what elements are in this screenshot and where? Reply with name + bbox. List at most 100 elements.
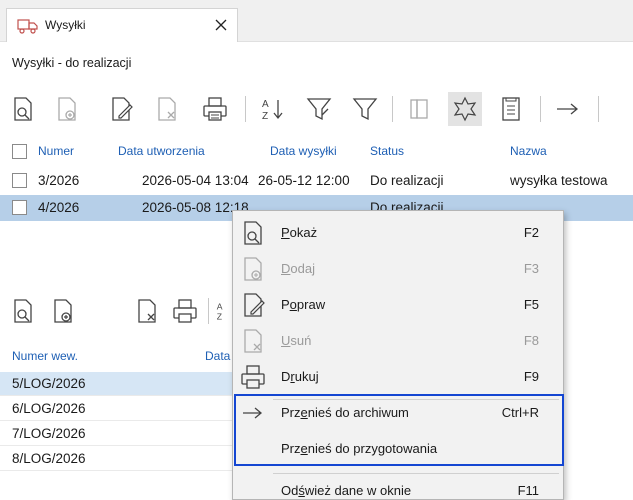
add-button[interactable] [50,92,84,126]
menu-item-label: Odśwież dane w oknie [281,483,412,498]
print-icon [241,365,265,389]
lower-toolbar: AZ [0,292,240,332]
star-icon [453,96,477,122]
filter-clear-icon [306,98,332,121]
menu-item-label: Pokaż [281,225,318,240]
cell-status: Do realizacji [370,173,444,188]
menu-item-usun[interactable]: Usuń F8 [233,323,563,359]
delete-icon [244,329,262,353]
lower-grid-header: Numer wew. Data [12,349,230,363]
lower-print-button[interactable] [168,294,202,328]
show-icon [14,299,32,323]
add-icon [54,299,72,323]
menu-item-label: Usuń [281,333,312,348]
menu-item-drukuj[interactable]: Drukuj F9 [233,359,563,395]
tab-title: Wysyłki [45,18,86,32]
list-item-label: 8/LOG/2026 [12,451,86,466]
add-icon [58,97,76,121]
list-item[interactable]: 7/LOG/2026 [0,422,240,446]
menu-item-pokaz[interactable]: Pokaż F2 [233,215,563,251]
row-checkbox[interactable] [12,200,27,215]
view-subtitle: Wysyłki - do realizacji [12,56,132,70]
sort-icon: AZ [262,99,283,122]
row-checkbox[interactable] [12,173,27,188]
columns-button[interactable] [402,92,436,126]
menu-item-dodaj[interactable]: Dodaj F3 [233,251,563,287]
delete-button[interactable] [150,92,184,126]
edit-button[interactable] [104,92,138,126]
arrow-icon [557,103,579,115]
header-data-utworzenia[interactable]: Data utworzenia [118,144,205,158]
menu-item-label: Drukuj [281,369,319,384]
lower-add-button[interactable] [46,294,80,328]
cell-numer: 3/2026 [38,173,80,188]
menu-item-odswiez[interactable]: Odśwież dane w oknie F11 [233,473,563,500]
show-icon [244,221,262,245]
menu-shortcut: F5 [523,297,539,312]
show-icon [14,97,32,121]
menu-item-label: Dodaj [281,261,315,276]
table-row[interactable]: 3/2026 2026-05-04 13:04 26-05-12 12:00 D… [0,168,633,194]
edit-icon [244,293,265,317]
form-button[interactable] [494,92,528,126]
menu-shortcut: F11 [517,483,539,498]
list-item-label: 6/LOG/2026 [12,401,86,416]
print-button[interactable] [198,92,232,126]
menu-shortcut: F3 [523,261,539,276]
delete-icon [158,97,176,121]
header-nazwa[interactable]: Nazwa [510,144,547,158]
header-numer-wew[interactable]: Numer wew. [12,349,78,363]
svg-text:Z: Z [217,312,222,322]
print-icon [173,299,197,323]
menu-item-label: Popraw [281,297,326,312]
sort-button[interactable]: AZ [256,92,290,126]
filter-clear-button[interactable] [302,92,336,126]
form-icon [502,97,520,121]
select-all-checkbox[interactable] [12,144,27,159]
favorite-button[interactable] [448,92,482,126]
columns-icon [410,99,428,119]
show-button[interactable] [6,92,40,126]
toolbar-separator [598,96,599,122]
tab-wysylki[interactable]: Wysyłki [6,8,238,42]
cell-numer: 4/2026 [38,200,80,215]
add-icon [244,257,262,281]
lower-sort-button[interactable]: AZ [212,294,234,328]
cell-data-utworzenia: 2026-05-04 13:04 [142,173,249,188]
toolbar-separator [245,96,246,122]
main-toolbar: AZ [0,90,633,130]
menu-shortcut: F8 [523,333,539,348]
close-icon[interactable] [211,15,231,35]
delete-icon [138,299,156,323]
svg-text:Z: Z [262,111,268,122]
filter-button[interactable] [348,92,382,126]
list-item[interactable]: 5/LOG/2026 [0,372,240,396]
menu-shortcut: F9 [523,369,539,384]
highlight-box [234,394,564,466]
delivery-truck-icon [17,19,38,34]
svg-text:A: A [262,99,269,110]
list-item[interactable]: 6/LOG/2026 [0,397,240,421]
header-data[interactable]: Data [205,349,230,363]
lower-show-button[interactable] [6,294,40,328]
toolbar-separator [540,96,541,122]
svg-text:A: A [217,301,223,311]
cell-data-wysylki: 26-05-12 12:00 [258,173,350,188]
toolbar-separator [208,298,209,324]
grid-header: Numer Data utworzenia Data wysyłki Statu… [0,140,633,164]
move-button[interactable] [550,92,584,126]
print-icon [203,97,227,121]
header-status[interactable]: Status [370,144,404,158]
toolbar-separator [392,96,393,122]
header-numer[interactable]: Numer [38,144,74,158]
header-data-wysylki[interactable]: Data wysyłki [270,144,337,158]
list-item-label: 5/LOG/2026 [12,376,86,391]
menu-shortcut: F2 [523,225,539,240]
list-item-label: 7/LOG/2026 [12,426,86,441]
lower-delete-button[interactable] [130,294,164,328]
list-item[interactable]: 8/LOG/2026 [0,447,240,471]
edit-icon [112,97,133,121]
tab-bar: Wysyłki [0,0,633,42]
sort-icon: AZ [217,301,223,322]
menu-item-popraw[interactable]: Popraw F5 [233,287,563,323]
